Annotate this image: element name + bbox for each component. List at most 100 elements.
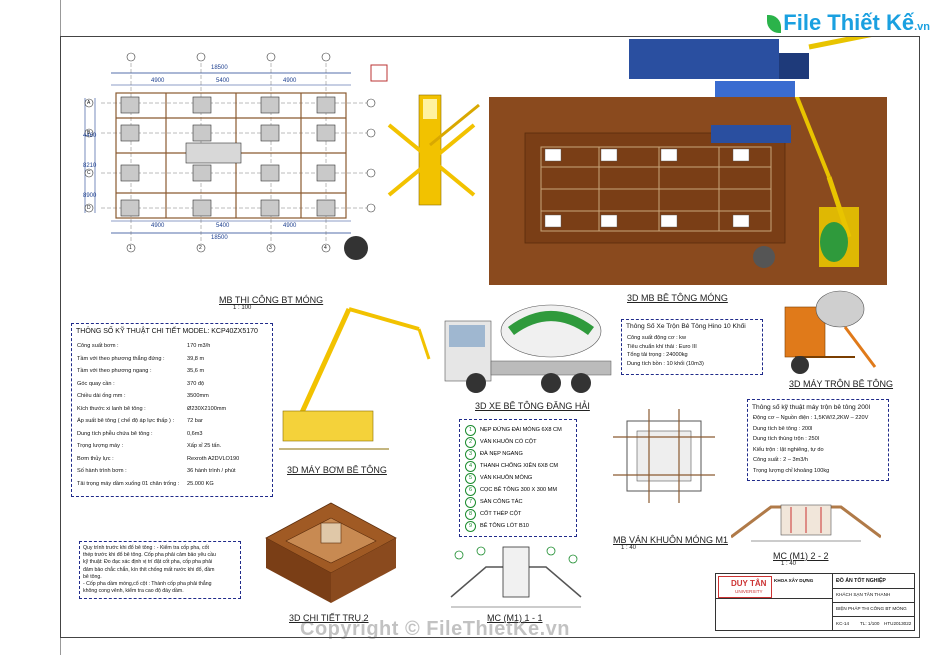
legend-item: 6 CỌC BÊ TÔNG 300 X 300 MM bbox=[465, 485, 557, 496]
truck-3d-drawing bbox=[444, 304, 612, 393]
plan-dim-bottom-2: 5400 bbox=[216, 223, 230, 229]
school-name: DUY TÂN bbox=[731, 579, 767, 588]
note-line: đảm bảo chắc chắn, kín thít chống mất nư… bbox=[83, 566, 215, 573]
plan-axis-c: C bbox=[87, 170, 91, 176]
legend-label: SÀN CÔNG TÁC bbox=[480, 499, 523, 505]
mixer-spec-heading: Thông số kỹ thuật máy trộn bê tông 200l bbox=[752, 404, 871, 411]
copyright-watermark: Copyright © FileThietKe.vn bbox=[300, 618, 570, 640]
truck-spec-heading: Thông Số Xe Trộn Bê Tông Hino 10 Khối bbox=[626, 323, 746, 330]
column-3d-drawing bbox=[265, 502, 397, 603]
plan-dim-top-2: 5400 bbox=[216, 78, 230, 84]
note-line: không cong vênh, kiểm tra cao độ đáy dầm… bbox=[83, 588, 184, 595]
section-1-1-drawing bbox=[450, 546, 582, 608]
plan-dim-side-3: 8900 bbox=[83, 193, 97, 199]
pump-spec-value: 36 hành trình / phút bbox=[187, 468, 236, 474]
pump-spec-value: 170 m3/h bbox=[187, 343, 211, 349]
legend-number: 7 bbox=[465, 497, 476, 508]
mixer-spec-row: Công suất : 2 – 3m3/h bbox=[753, 457, 809, 463]
drawing-sheet: 18500 4900 5400 4900 18500 4900 5400 490… bbox=[60, 36, 920, 638]
legend-label: CỌC BÊ TÔNG 300 X 300 MM bbox=[480, 487, 557, 493]
legend-label: VÁN KHUÔN CỔ CỘT bbox=[480, 439, 537, 445]
mixer-spec-row: Trọng lượng chỉ khoảng 100kg bbox=[753, 467, 830, 474]
sheet-scale: TL: 1/100 bbox=[860, 621, 880, 626]
sheet-number: KC-14 bbox=[836, 621, 850, 626]
legend-number: 6 bbox=[465, 485, 476, 496]
brand-name: File Thiết Kế bbox=[783, 10, 915, 35]
section-title: MC (M1) 2 - 2 bbox=[773, 551, 829, 561]
plan-scale: 1 : 100 bbox=[233, 305, 252, 311]
pump-spec-label: Kích thước xi lanh bê tông : bbox=[77, 405, 146, 412]
legend-item: 5 VÁN KHUÔN MÓNG bbox=[465, 473, 532, 484]
mixer-spec-row: Dung tích thùng trộn : 250l bbox=[753, 436, 819, 442]
legend-label: THANH CHỐNG XIÊN 6X8 CM bbox=[480, 463, 559, 469]
truck-spec-row: Tiêu chuẩn khí thải : Euro III bbox=[627, 343, 697, 350]
truck-spec-row: Tổng tải trọng : 24000kg bbox=[627, 352, 688, 358]
pump-spec-value: 0,6m3 bbox=[187, 430, 203, 437]
pump-spec-value: 35,6 m bbox=[187, 368, 205, 374]
pump-spec-value: 3500mm bbox=[187, 393, 209, 399]
legend-item: 7 SÀN CÔNG TÁC bbox=[465, 497, 522, 508]
plan-axis-3: 3 bbox=[269, 245, 272, 251]
legend-number: 3 bbox=[465, 449, 476, 460]
foundation-plan-drawing bbox=[84, 52, 388, 260]
pump-spec-value: 72 bar bbox=[187, 418, 203, 424]
title-block: DUY TÂN UNIVERSITY KHOA XÂY DỰNG ĐỒ ÁN T… bbox=[715, 573, 915, 631]
pump-spec-label: Trọng lượng máy : bbox=[77, 443, 124, 449]
school-sub: UNIVERSITY bbox=[735, 589, 763, 594]
plan-dim-bottom-1: 4900 bbox=[151, 223, 165, 229]
truck-spec-row: Dung tích bồn : 10 khối (10m3) bbox=[627, 360, 704, 367]
pump-spec-value: Xấp xỉ 25 tấn. bbox=[187, 443, 222, 449]
legend-item: 2 VÁN KHUÔN CỔ CỘT bbox=[465, 437, 537, 448]
pump-spec-label: Số hành trình bơm : bbox=[77, 468, 127, 474]
site-truck-top bbox=[629, 37, 872, 97]
plan3d-title: 3D MB BÊ TÔNG MÓNG bbox=[627, 293, 728, 303]
project-name: KHÁCH SẠN TÂN THANH bbox=[836, 592, 891, 597]
plan-dim-bottom-3: 4900 bbox=[283, 223, 297, 229]
pump-spec-value: Ø230X2100mm bbox=[187, 405, 227, 412]
pump-spec-label: Áp suất bê tông ( chế độ áp lực thấp ) : bbox=[77, 418, 175, 424]
pump-spec-label: Góc quay cần : bbox=[77, 380, 115, 387]
pump-spec-label: Tầm với theo phương ngang : bbox=[77, 368, 152, 374]
sheet-name: BIỆN PHÁP THI CÔNG BT MÓNG bbox=[836, 606, 907, 611]
note-line: kỹ thuật: Đo đạc xác định vị trí đặt cốt… bbox=[83, 559, 213, 566]
legend-number: 1 bbox=[465, 425, 476, 436]
legend-label: ĐÀ NẸP NGANG bbox=[480, 451, 523, 457]
pump-spec-value: Rexroth A2DVLO190 bbox=[187, 455, 240, 462]
note-line: Quy trình trước khi đổ bê tông : - Kiểm … bbox=[83, 545, 209, 551]
brand-logo: File Thiết Kế.vn bbox=[767, 10, 930, 36]
plan-dim-side-2: 8210 bbox=[83, 163, 97, 169]
legend-item: 9 BÊ TÔNG LÓT B10 bbox=[465, 521, 529, 532]
pump-spec-label: Công suất bơm : bbox=[77, 343, 119, 349]
legend-item: 1 NẸP ĐỨNG ĐÀI MÓNG 6X8 CM bbox=[465, 425, 562, 436]
site-3d-view bbox=[489, 97, 887, 285]
pump3d-title: 3D MÁY BƠM BÊ TÔNG bbox=[287, 465, 387, 475]
faculty-name: KHOA XÂY DỰNG bbox=[774, 578, 814, 583]
pump-spec-label: Dung tích phễu chứa bê tông : bbox=[77, 430, 153, 437]
plan-dim-total-bottom: 18500 bbox=[211, 235, 228, 241]
student-code: HTU2013022 bbox=[884, 621, 912, 626]
mixer3d-title: 3D MÁY TRỘN BÊ TÔNG bbox=[789, 379, 894, 389]
plan-dim-top-3: 4900 bbox=[283, 78, 297, 84]
formwork-plan-drawing bbox=[613, 409, 715, 503]
note-line: thép trước khi đổ bê tông. Cốp pha phải … bbox=[83, 552, 216, 559]
plan-axis-4: 4 bbox=[324, 245, 327, 251]
note-line: - Cốp pha dầm móng,cổ cột : Thành cốp ph… bbox=[83, 581, 212, 587]
formwork-plan-title: MB VÁN KHUÔN MÓNG M1 bbox=[613, 535, 729, 545]
legend-label: BÊ TÔNG LÓT B10 bbox=[480, 523, 529, 529]
legend-number: 4 bbox=[465, 461, 476, 472]
pump-spec-label: Chiều dài ống mm : bbox=[77, 393, 126, 399]
formwork-plan-scale: 1 : 40 bbox=[621, 545, 637, 551]
project-type: ĐỒ ÁN TỐT NGHIỆP bbox=[836, 578, 886, 584]
section-scale: 1 : 40 bbox=[781, 561, 797, 567]
pump-spec-label: Tầm với theo phương thẳng đứng : bbox=[77, 355, 165, 362]
plan-axis-1: 1 bbox=[129, 245, 132, 251]
truck-spec-row: Công suất động cơ : kw bbox=[627, 335, 687, 341]
mixer-spec-row: Dung tích bê tông : 200l bbox=[753, 425, 813, 432]
truck3d-title: 3D XE BÊ TÔNG ĐĂNG HẢI bbox=[475, 401, 590, 411]
plan-axis-b: B bbox=[87, 130, 91, 136]
legend-number: 8 bbox=[465, 509, 476, 520]
pump-spec-label: Tải trọng máy dầm xuống 01 chân trống : bbox=[77, 480, 180, 487]
plan-pump-truck-icon bbox=[387, 94, 480, 206]
leaf-icon bbox=[767, 15, 782, 34]
plan-axis-d: D bbox=[87, 205, 91, 211]
